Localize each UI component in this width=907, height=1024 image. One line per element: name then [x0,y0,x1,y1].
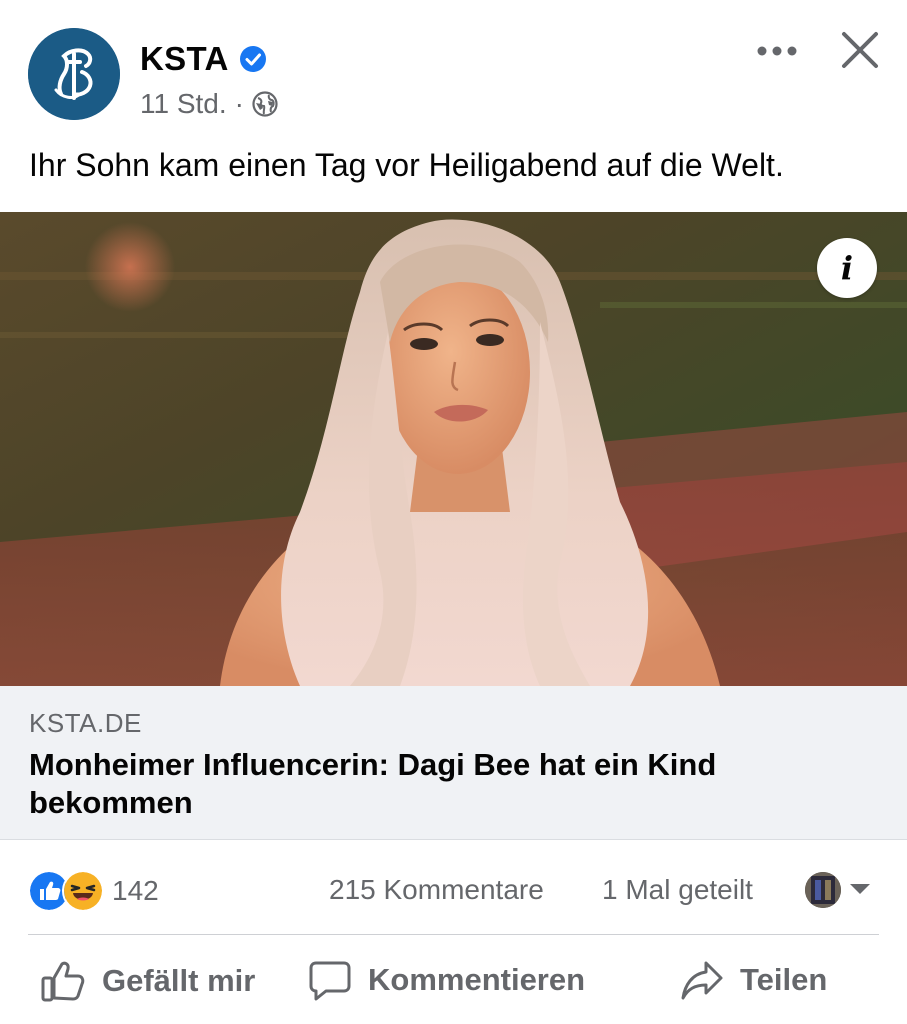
comment-label: Kommentieren [368,962,586,997]
close-icon [842,32,878,68]
more-dots-icon [757,46,797,56]
post-text: Ihr Sohn kam einen Tag vor Heiligabend a… [29,147,784,183]
share-button[interactable]: Teilen [680,958,827,1002]
like-button[interactable]: Gefällt mir [40,958,255,1004]
link-domain: KSTA.DE [29,708,142,738]
page-avatar[interactable] [28,28,120,120]
page-name-row: KSTA [140,40,267,78]
verified-badge-icon [239,46,266,72]
post-meta: 11 Std. · [140,88,278,120]
post-actions: Gefällt mir Kommentieren Teilen [0,944,907,1020]
share-arrow-icon [681,961,723,1000]
actions-divider [28,934,879,935]
comments-count[interactable]: 215 Kommentare [329,874,544,906]
ksta-logo-icon [28,28,120,120]
reaction-count: 142 [112,875,159,906]
haha-reaction-icon [62,870,104,912]
engagement-stats: 142 215 Kommentare 1 Mal geteilt [0,858,907,920]
more-options-button[interactable] [752,34,802,68]
post-header: KSTA 11 Std. · [0,0,907,140]
thumbs-up-icon [41,961,85,1002]
info-button[interactable]: i [817,238,877,298]
shares-count[interactable]: 1 Mal geteilt [602,874,753,906]
post-timestamp[interactable]: 11 Std. [140,88,227,120]
viewer-avatar-image [805,872,841,908]
close-button[interactable] [838,28,882,72]
reactions-summary[interactable]: 142 [28,870,159,912]
influencer-photo [0,212,907,686]
like-label: Gefällt mir [102,963,256,998]
globe-icon [252,91,278,117]
comment-bubble-icon [309,961,351,1001]
meta-separator: · [234,88,244,119]
chevron-down-icon[interactable] [850,884,870,894]
link-preview-image[interactable] [0,212,907,686]
viewer-avatar[interactable] [805,872,841,908]
link-title[interactable]: Monheimer Influencerin: Dagi Bee hat ein… [29,746,849,822]
page-name[interactable]: KSTA [140,40,229,78]
comment-button[interactable]: Kommentieren [308,958,585,1002]
link-card[interactable]: KSTA.DE Monheimer Influencerin: Dagi Bee… [0,686,907,840]
share-label: Teilen [740,962,828,997]
